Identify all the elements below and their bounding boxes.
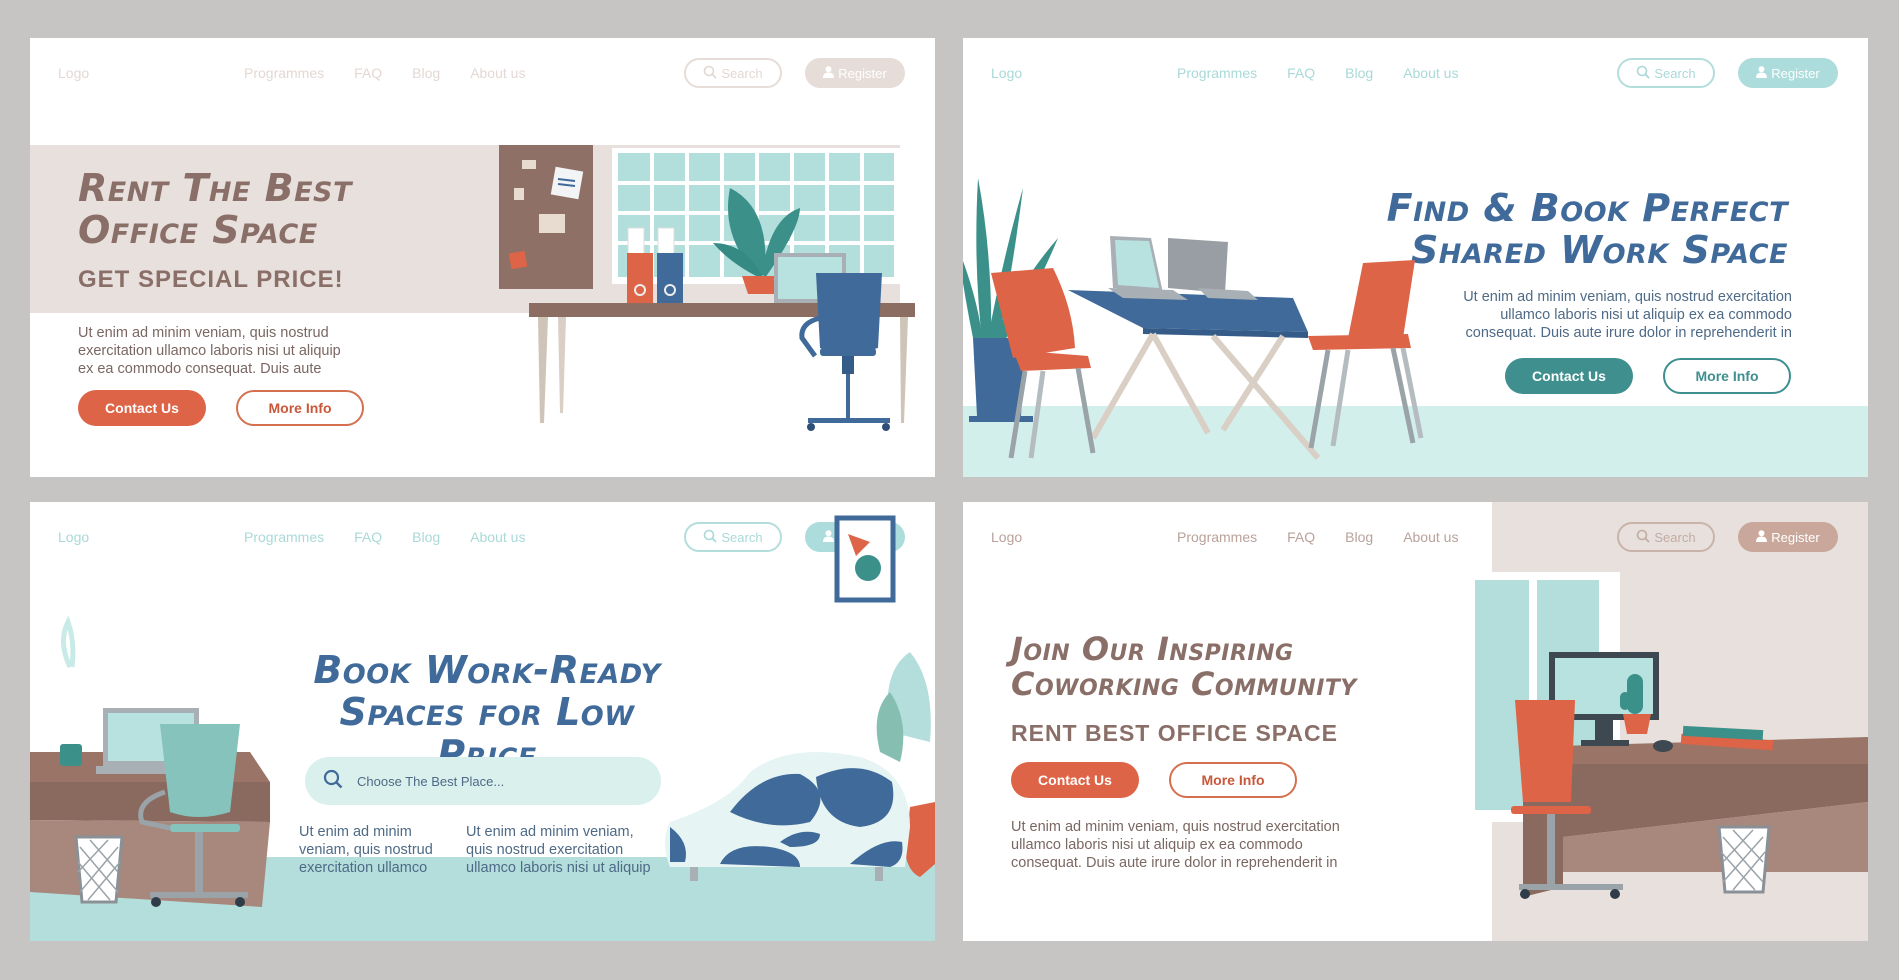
- desk: [1523, 737, 1868, 897]
- wall-picture: [834, 515, 896, 603]
- sofa: [665, 752, 910, 881]
- office-desk-illustration: [499, 145, 915, 431]
- table: [1068, 290, 1321, 460]
- workstation-illustration: [1472, 572, 1868, 899]
- lounge-illustration: [30, 515, 935, 907]
- laptop-icon: [1168, 238, 1258, 300]
- trash-bin-icon: [74, 835, 124, 904]
- landing-page-book-workspace: Logo Programmes FAQ Blog About us Search…: [30, 502, 935, 941]
- trash-bin-icon: [1717, 825, 1771, 894]
- cork-board: [499, 145, 593, 289]
- landing-page-coworking-community: Logo Programmes FAQ Blog About us Search…: [963, 502, 1868, 941]
- coffee-mug-icon: [60, 615, 82, 766]
- landing-page-rent-office: Logo Programmes FAQ Blog About us Search…: [30, 38, 935, 477]
- landing-page-shared-workspace: Logo Programmes FAQ Blog About us Search…: [963, 38, 1868, 477]
- chair-right: [1308, 260, 1424, 449]
- shared-desk-illustration: [963, 178, 1424, 460]
